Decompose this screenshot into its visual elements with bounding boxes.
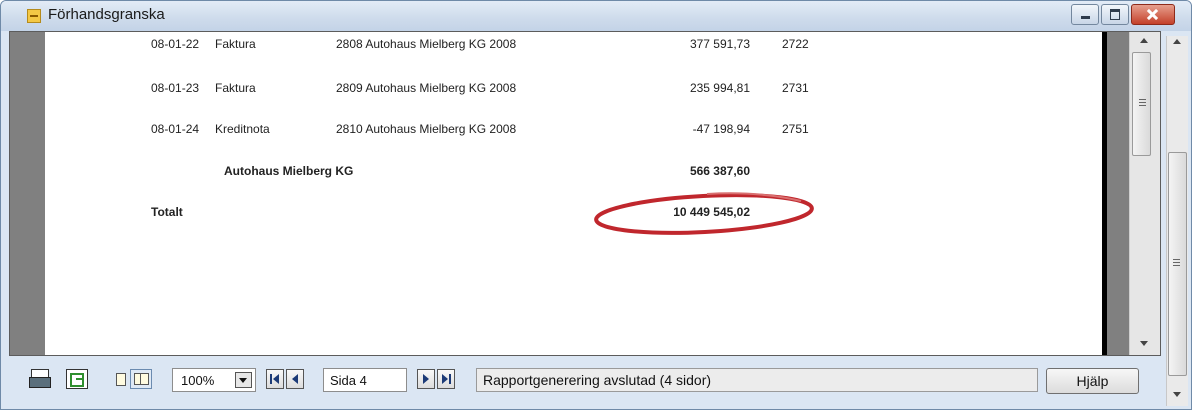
report-preview-area[interactable]: 08-01-22 Faktura 2808 Autohaus Mielberg … [9,31,1161,356]
help-button-label: Hjälp [1076,373,1109,389]
scroll-down-icon[interactable] [1140,341,1148,346]
row-type: Faktura [215,37,256,51]
title-bar[interactable]: Förhandsgranska [1,1,1191,31]
row-amount: -47 198,94 [692,122,750,136]
preview-toolbar: 100% Sida 4 Rapportgenerering avslutad (… [9,357,1159,403]
total-highlight-circle [594,192,814,235]
scroll-up-icon[interactable] [1140,38,1148,43]
zoom-value: 100% [181,373,215,388]
last-page-icon[interactable] [437,369,455,389]
report-page: 08-01-22 Faktura 2808 Autohaus Mielberg … [45,32,1107,355]
row-type: Faktura [215,81,256,95]
row-date: 08-01-22 [151,37,200,51]
row-date: 08-01-23 [151,81,200,95]
row-number: 2751 [782,122,809,136]
row-reference: 2809 Autohaus Mielberg KG 2008 [336,81,517,95]
export-icon[interactable] [66,369,88,389]
row-date: 08-01-24 [151,122,200,136]
close-button[interactable] [1131,4,1175,25]
subtotal-amount: 566 387,60 [689,164,750,178]
total-label: Totalt [151,205,183,219]
print-icon[interactable] [29,369,51,389]
inner-vertical-scrollbar[interactable] [1129,32,1160,355]
zoom-select[interactable]: 100% [172,368,256,392]
row-reference: 2810 Autohaus Mielberg KG 2008 [336,122,517,136]
minimize-button[interactable] [1071,4,1099,25]
help-button[interactable]: Hjälp [1046,368,1139,394]
app-icon [27,9,41,23]
status-text: Rapportgenerering avslutad (4 sidor) [483,372,712,388]
preview-window: Förhandsgranska 08-01-22 Faktura 2808 Au… [0,0,1192,410]
next-page-icon[interactable] [417,369,435,389]
previous-page-icon[interactable] [286,369,304,389]
chevron-down-icon[interactable] [235,372,252,388]
row-amount: 377 591,73 [689,37,750,51]
maximize-button[interactable] [1101,4,1129,25]
grip-icon [1139,99,1146,100]
row-reference: 2808 Autohaus Mielberg KG 2008 [336,37,517,51]
outer-scroll-thumb[interactable] [1168,152,1187,376]
scroll-thumb[interactable] [1132,52,1151,156]
status-bar: Rapportgenerering avslutad (4 sidor) [476,368,1038,392]
row-type: Kreditnota [215,122,270,136]
page-value: Sida 4 [330,373,367,388]
row-amount: 235 994,81 [689,81,750,95]
outer-scroll-down-icon[interactable] [1173,392,1181,397]
single-page-icon[interactable] [116,373,126,386]
window-title: Förhandsgranska [48,6,165,23]
first-page-icon[interactable] [266,369,284,389]
row-number: 2722 [782,37,809,51]
outer-scroll-up-icon[interactable] [1173,39,1181,44]
subtotal-label: Autohaus Mielberg KG [224,164,354,178]
page-field[interactable]: Sida 4 [323,368,407,392]
row-number: 2731 [782,81,809,95]
two-page-icon[interactable] [130,369,152,389]
outer-vertical-scrollbar[interactable] [1166,36,1188,406]
grip-icon [1173,259,1180,260]
